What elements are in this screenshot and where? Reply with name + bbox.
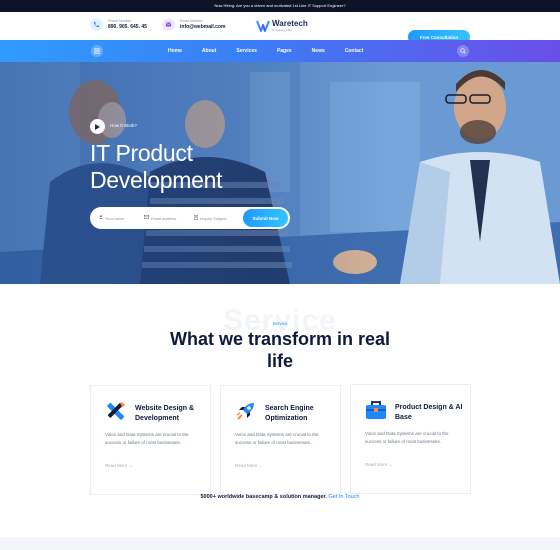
get-in-touch-link[interactable]: Get In Touch <box>328 494 359 500</box>
nav-item-news[interactable]: News <box>312 40 325 62</box>
nav-item-pages[interactable]: Pages <box>277 40 292 62</box>
card-description: Voice and Data Systems are crucial to th… <box>105 432 189 445</box>
email-value[interactable]: info@webmail.com <box>180 24 225 31</box>
user-icon <box>99 215 103 221</box>
bottom-text: 5000+ worldwide basecamp & solution mana… <box>200 494 327 500</box>
site-header: Phone Number 890. 905. 645. 45 Email Add… <box>0 12 560 44</box>
menu-grid-icon[interactable] <box>91 45 103 57</box>
site-logo[interactable]: Waretech IT Agency LTD. <box>256 19 308 33</box>
play-icon[interactable] <box>90 119 105 134</box>
card-title: Product Design & AI Base <box>395 404 463 421</box>
mail-icon <box>144 215 149 221</box>
hero-section: How It Work? IT Product Development Your… <box>0 62 560 284</box>
phone-contact[interactable]: Phone Number 890. 905. 645. 45 <box>90 18 147 31</box>
read-more-link[interactable]: Read More → <box>235 463 263 468</box>
subject-field[interactable]: Inquiry Subject <box>194 215 226 222</box>
nav-item-label: Contact <box>344 48 364 54</box>
service-card-seo[interactable]: Search Engine Optimization Voice and Dat… <box>220 385 341 495</box>
nav-item-label: Services <box>236 48 257 54</box>
document-icon <box>194 215 198 222</box>
name-field[interactable]: Your name <box>99 215 124 221</box>
nav-item-label: News <box>311 48 325 54</box>
card-title: Search Engine Optimization <box>265 405 314 422</box>
pencil-ruler-icon <box>104 399 128 423</box>
briefcase-icon <box>364 398 388 422</box>
section-title: What we transform in real life <box>169 329 391 371</box>
nav-item-home[interactable]: Home <box>168 40 182 62</box>
nav-item-label: Home <box>168 48 182 54</box>
card-description: Voice and Data Systems are crucial to th… <box>365 431 449 444</box>
name-placeholder: Your name <box>105 215 125 221</box>
email-field[interactable]: Email address <box>144 215 176 221</box>
phone-value[interactable]: 890. 905. 645. 45 <box>108 24 147 31</box>
submit-now-button[interactable]: Submit Now <box>243 209 288 227</box>
read-more-link[interactable]: Read More → <box>105 463 133 468</box>
read-more-label: Read More <box>235 463 258 468</box>
nav-item-label: About <box>201 48 217 54</box>
how-it-works-link[interactable]: How It Work? <box>110 123 137 128</box>
card-title: Website Design & Development <box>135 405 194 422</box>
arrow-right-icon: → <box>388 462 394 467</box>
announcement-bar: Now Hiring: Are you a driven and motivat… <box>0 0 560 12</box>
subject-placeholder: Inquiry Subject <box>200 216 227 221</box>
email-contact[interactable]: Email Address info@webmail.com <box>162 18 225 31</box>
nav-item-about[interactable]: About <box>202 40 216 62</box>
footer-strip <box>0 537 560 550</box>
search-icon[interactable] <box>457 45 469 57</box>
inquiry-form: Your name Email address Inquiry Subject … <box>90 207 290 229</box>
section-tag: Service <box>272 321 288 326</box>
rocket-icon <box>234 399 258 423</box>
logo-name: Waretech <box>272 19 308 28</box>
phone-icon <box>90 18 103 31</box>
main-nav: Home About Services Pages News Contact <box>0 40 560 62</box>
nav-menu: Home About Services Pages News Contact <box>168 40 363 62</box>
email-placeholder: Email address <box>151 215 177 221</box>
bottom-tagline: 5000+ worldwide basecamp & solution mana… <box>0 494 560 500</box>
logo-tagline: IT Agency LTD. <box>272 28 293 32</box>
nav-item-contact[interactable]: Contact <box>345 40 364 62</box>
hero-title: IT Product Development <box>90 140 330 194</box>
logo-mark-icon <box>256 19 270 33</box>
service-card-product-design[interactable]: Product Design & AI Base Voice and Data … <box>350 384 471 494</box>
read-more-link[interactable]: Read More → <box>365 462 393 467</box>
mail-icon <box>162 18 175 31</box>
hero-title-line1: IT Product <box>90 140 193 166</box>
read-more-label: Read More <box>105 463 128 468</box>
services-section: Service Service What we transform in rea… <box>0 284 560 550</box>
read-more-label: Read More <box>365 462 388 467</box>
arrow-right-icon: → <box>258 463 264 468</box>
arrow-right-icon: → <box>128 463 134 468</box>
nav-item-services[interactable]: Services <box>236 40 257 62</box>
hero-title-line2: Development <box>90 167 223 193</box>
announcement-text: Now Hiring: Are you a driven and motivat… <box>214 3 346 8</box>
card-description: Voice and Data Systems are crucial to th… <box>235 432 319 445</box>
service-card-web-design[interactable]: Website Design & Development Voice and D… <box>90 385 211 495</box>
nav-item-label: Pages <box>276 48 292 54</box>
